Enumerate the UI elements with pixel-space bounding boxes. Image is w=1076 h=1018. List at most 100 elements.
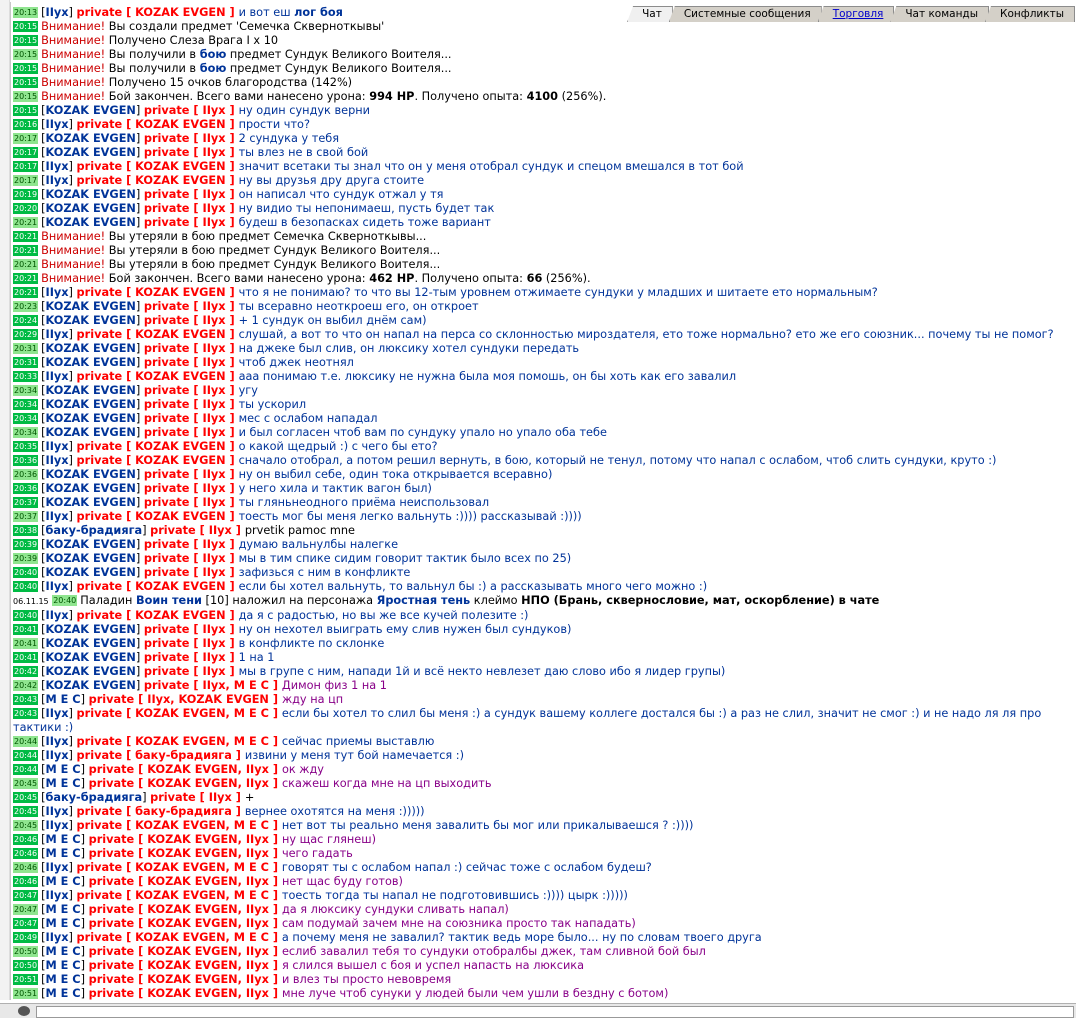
sender-name[interactable]: KOZAK EVGEN: [45, 342, 135, 355]
recipient-name[interactable]: IIух: [202, 314, 225, 327]
timestamp[interactable]: 20:46: [13, 834, 39, 845]
recipient-name[interactable]: IIух: [202, 665, 225, 678]
timestamp[interactable]: 20:40: [13, 567, 39, 578]
timestamp[interactable]: 20:49: [13, 932, 39, 943]
recipient-name[interactable]: IIух, M E C: [202, 679, 268, 692]
timestamp[interactable]: 20:17: [13, 175, 39, 186]
recipient-name[interactable]: IIух: [202, 637, 225, 650]
sender-name[interactable]: IIух: [45, 735, 68, 748]
timestamp[interactable]: 20:39: [13, 539, 39, 550]
timestamp[interactable]: 20:50: [13, 946, 39, 957]
recipient-name[interactable]: KOZAK EVGEN, M E C: [135, 931, 269, 944]
recipient-name[interactable]: KOZAK EVGEN, IIух: [147, 945, 269, 958]
timestamp[interactable]: 20:44: [13, 764, 39, 775]
sender-name[interactable]: KOZAK EVGEN: [45, 468, 135, 481]
sender-name[interactable]: KOZAK EVGEN: [45, 146, 135, 159]
recipient-name[interactable]: баку-брадияга: [135, 749, 232, 762]
chat-input[interactable]: [36, 1006, 1074, 1018]
timestamp[interactable]: 20:15: [13, 21, 39, 32]
timestamp[interactable]: 20:45: [13, 778, 39, 789]
player-name[interactable]: Яростная тень: [377, 594, 471, 607]
timestamp[interactable]: 20:50: [13, 960, 39, 971]
sender-name[interactable]: IIух: [45, 749, 68, 762]
message-link[interactable]: бою: [200, 48, 227, 61]
timestamp[interactable]: 20:44: [13, 736, 39, 747]
timestamp[interactable]: 20:34: [13, 385, 39, 396]
recipient-name[interactable]: IIух: [202, 538, 225, 551]
recipient-name[interactable]: KOZAK EVGEN: [135, 6, 225, 19]
sender-name[interactable]: KOZAK EVGEN: [45, 300, 135, 313]
sender-name[interactable]: M E C: [45, 875, 80, 888]
recipient-name[interactable]: IIух: [202, 356, 225, 369]
timestamp[interactable]: 20:37: [13, 511, 39, 522]
sender-name[interactable]: IIух: [45, 118, 68, 131]
recipient-name[interactable]: IIух: [202, 342, 225, 355]
timestamp[interactable]: 20:23: [13, 301, 39, 312]
recipient-name[interactable]: KOZAK EVGEN: [135, 580, 225, 593]
timestamp[interactable]: 20:47: [13, 904, 39, 915]
recipient-name[interactable]: IIух: [202, 482, 225, 495]
recipient-name[interactable]: KOZAK EVGEN, M E C: [135, 889, 269, 902]
sender-name[interactable]: KOZAK EVGEN: [45, 398, 135, 411]
sender-name[interactable]: M E C: [45, 903, 80, 916]
timestamp[interactable]: 20:46: [13, 862, 39, 873]
timestamp[interactable]: 20:13: [13, 7, 39, 18]
sender-name[interactable]: IIух: [45, 328, 68, 341]
recipient-name[interactable]: IIух: [202, 398, 225, 411]
timestamp[interactable]: 20:29: [13, 329, 39, 340]
recipient-name[interactable]: KOZAK EVGEN: [135, 174, 225, 187]
timestamp[interactable]: 20:31: [13, 357, 39, 368]
timestamp[interactable]: 20:21: [13, 217, 39, 228]
recipient-name[interactable]: IIух: [202, 188, 225, 201]
timestamp[interactable]: 20:36: [13, 483, 39, 494]
recipient-name[interactable]: KOZAK EVGEN: [135, 286, 225, 299]
recipient-name[interactable]: KOZAK EVGEN, M E C: [135, 819, 269, 832]
sender-name[interactable]: KOZAK EVGEN: [45, 412, 135, 425]
timestamp[interactable]: 20:41: [13, 638, 39, 649]
sender-name[interactable]: M E C: [45, 833, 80, 846]
recipient-name[interactable]: IIух: [202, 202, 225, 215]
sender-name[interactable]: KOZAK EVGEN: [45, 665, 135, 678]
timestamp[interactable]: 20:34: [13, 427, 39, 438]
timestamp[interactable]: 20:15: [13, 63, 39, 74]
recipient-name[interactable]: баку-брадияга: [135, 805, 232, 818]
timestamp[interactable]: 20:42: [13, 666, 39, 677]
timestamp[interactable]: 20:40: [13, 610, 39, 621]
message-link[interactable]: лог боя: [294, 6, 343, 19]
recipient-name[interactable]: IIух: [202, 496, 225, 509]
timestamp[interactable]: 20:34: [13, 413, 39, 424]
timestamp[interactable]: 20:21: [13, 287, 39, 298]
recipient-name[interactable]: IIух: [202, 104, 225, 117]
sender-name[interactable]: KOZAK EVGEN: [45, 496, 135, 509]
sender-name[interactable]: IIух: [45, 370, 68, 383]
sender-name[interactable]: KOZAK EVGEN: [45, 482, 135, 495]
sender-name[interactable]: IIух: [45, 609, 68, 622]
player-name[interactable]: Воин тени: [136, 594, 202, 607]
recipient-name[interactable]: KOZAK EVGEN: [135, 160, 225, 173]
timestamp[interactable]: 20:40: [52, 595, 78, 606]
tab-0[interactable]: Чат: [627, 6, 673, 22]
sender-name[interactable]: IIух: [45, 580, 68, 593]
timestamp[interactable]: 20:44: [13, 750, 39, 761]
timestamp[interactable]: 20:41: [13, 624, 39, 635]
sender-name[interactable]: KOZAK EVGEN: [45, 637, 135, 650]
sender-name[interactable]: IIух: [45, 707, 68, 720]
timestamp[interactable]: 20:35: [13, 441, 39, 452]
timestamp[interactable]: 20:34: [13, 399, 39, 410]
recipient-name[interactable]: KOZAK EVGEN, M E C: [135, 861, 269, 874]
sender-name[interactable]: KOZAK EVGEN: [45, 566, 135, 579]
recipient-name[interactable]: IIух: [209, 791, 232, 804]
sender-name[interactable]: KOZAK EVGEN: [45, 651, 135, 664]
recipient-name[interactable]: IIух: [202, 426, 225, 439]
sender-name[interactable]: M E C: [45, 763, 80, 776]
timestamp[interactable]: 20:15: [13, 91, 39, 102]
sender-name[interactable]: IIух: [45, 440, 68, 453]
message-link[interactable]: бою: [200, 62, 227, 75]
sender-name[interactable]: KOZAK EVGEN: [45, 623, 135, 636]
recipient-name[interactable]: IIух, KOZAK EVGEN: [147, 693, 269, 706]
timestamp[interactable]: 20:36: [13, 469, 39, 480]
recipient-name[interactable]: IIух: [202, 216, 225, 229]
recipient-name[interactable]: KOZAK EVGEN: [135, 118, 225, 131]
timestamp[interactable]: 20:21: [13, 231, 39, 242]
sender-name[interactable]: M E C: [45, 917, 80, 930]
